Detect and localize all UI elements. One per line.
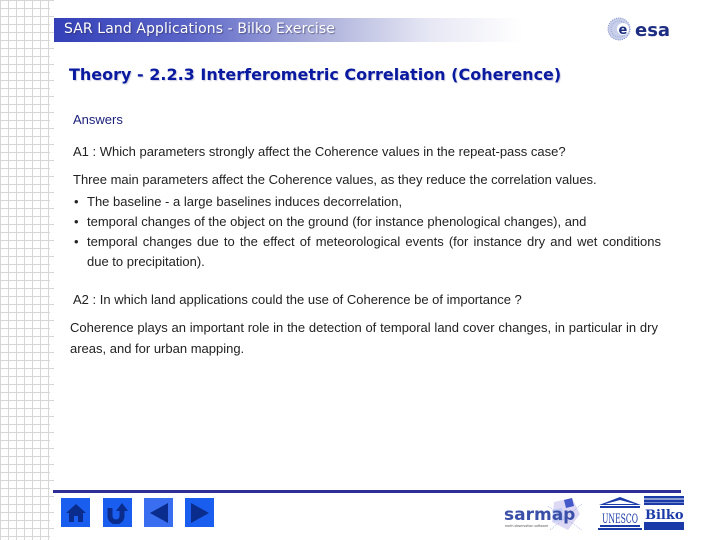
grid-background xyxy=(0,0,50,540)
unesco-logo: UNESCO xyxy=(598,497,642,530)
bullet-icon: • xyxy=(74,194,79,209)
bullet-icon: • xyxy=(74,214,79,229)
answer-a1-intro: Three main parameters affect the Coheren… xyxy=(73,172,597,187)
bullet-text: The baseline - a large baselines induces… xyxy=(87,194,403,209)
bullet-icon: • xyxy=(74,234,79,249)
arrow-left-icon xyxy=(149,502,168,523)
bullet-item: • temporal changes due to the effect of … xyxy=(73,232,661,272)
arrow-right-icon xyxy=(190,502,209,523)
header-bar: SAR Land Applications - Bilko Exercise xyxy=(54,18,574,42)
svg-text:e: e xyxy=(619,23,628,38)
sarmap-tagline: earth observation software xyxy=(505,524,548,528)
grid-stubs xyxy=(50,0,54,540)
bullet-text: temporal changes of the object on the gr… xyxy=(87,214,587,229)
sarmap-logo: sarmap earth observation software xyxy=(504,498,583,531)
home-icon xyxy=(65,503,86,522)
answer-a2: Coherence plays an important role in the… xyxy=(70,320,658,356)
next-button[interactable] xyxy=(185,498,214,527)
question-a1: A1 : Which parameters strongly affect th… xyxy=(73,144,566,159)
page-title: Theory - 2.2.3 Interferometric Correlati… xyxy=(69,65,562,84)
esa-globe-icon: e xyxy=(607,17,631,41)
esa-logo: e esa xyxy=(607,17,670,41)
unesco-wordmark: UNESCO xyxy=(602,512,638,527)
bilko-logo: Bilko xyxy=(644,496,684,530)
home-button[interactable] xyxy=(61,498,90,527)
esa-wordmark: esa xyxy=(635,20,670,41)
question-a2: A2 : In which land applications could th… xyxy=(73,292,522,307)
sarmap-wordmark: sarmap xyxy=(504,505,575,525)
answer-a1-bullets: • The baseline - a large baselines induc… xyxy=(73,192,661,272)
bullet-text: temporal changes due to the effect of me… xyxy=(87,234,661,269)
bullet-item: • temporal changes of the object on the … xyxy=(73,212,661,232)
previous-button[interactable] xyxy=(144,498,173,527)
answers-label: Answers xyxy=(73,112,123,127)
bullet-item: • The baseline - a large baselines induc… xyxy=(73,192,661,212)
footer-divider xyxy=(53,490,681,493)
header-title: SAR Land Applications - Bilko Exercise xyxy=(64,21,336,37)
return-button[interactable] xyxy=(103,498,132,527)
bilko-wordmark: Bilko xyxy=(645,508,684,523)
u-turn-icon xyxy=(107,502,128,524)
